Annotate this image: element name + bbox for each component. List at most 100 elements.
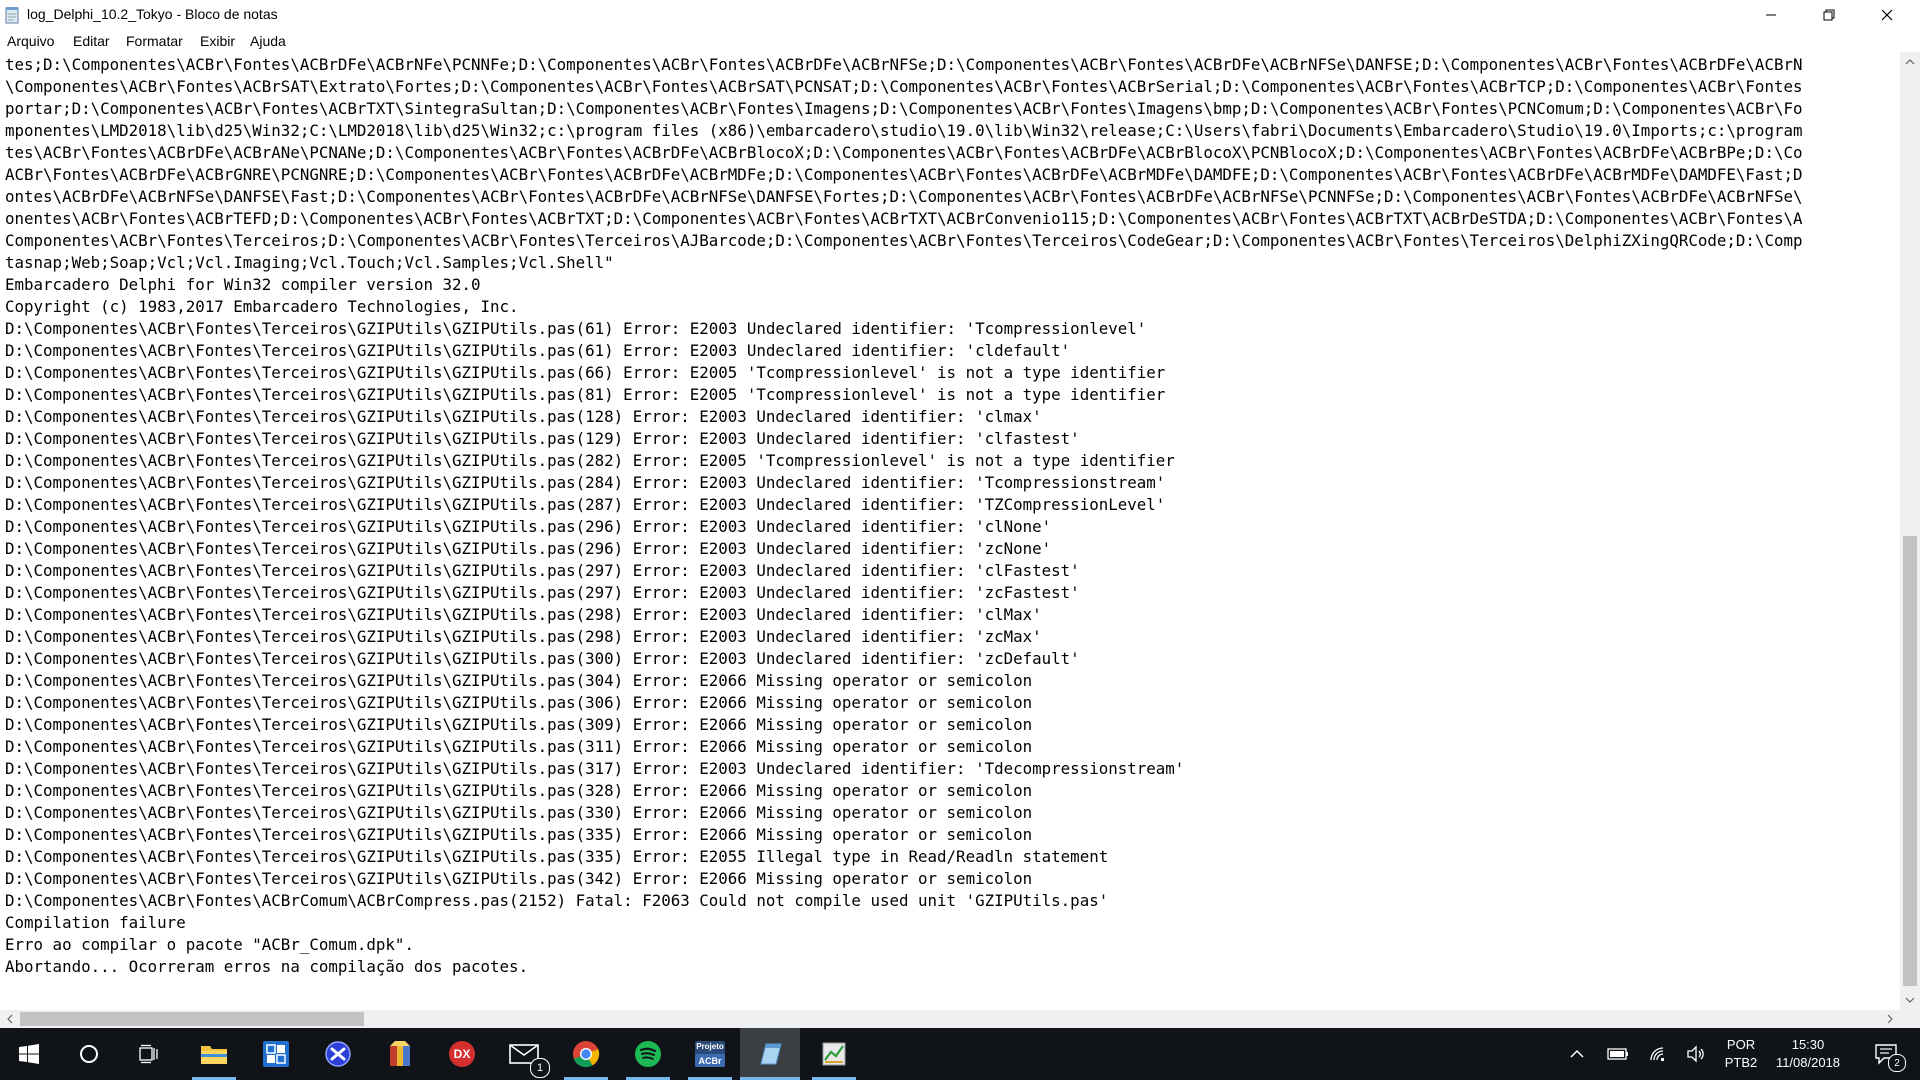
text-line: D:\Componentes\ACBr\Fontes\Terceiros\GZI…: [5, 495, 1166, 514]
acbr-label: ACBr: [698, 1056, 722, 1066]
arrow-left-icon: [7, 1014, 13, 1024]
taskbar-app-package[interactable]: [372, 1028, 428, 1080]
menu-formatar[interactable]: Formatar: [126, 33, 183, 49]
text-line: tes;D:\Componentes\ACBr\Fontes\ACBrDFe\A…: [5, 55, 1803, 74]
text-line: Componentes\ACBr\Fontes\Terceiros;D:\Com…: [5, 231, 1803, 250]
menu-bar: Arquivo Editar Formatar Exibir Ajuda: [0, 30, 1920, 52]
app-blue-circle-icon: [325, 1041, 351, 1067]
taskbar-mail[interactable]: 1: [496, 1028, 552, 1080]
text-line: D:\Componentes\ACBr\Fontes\Terceiros\GZI…: [5, 583, 1080, 602]
text-line: D:\Componentes\ACBr\Fontes\Terceiros\GZI…: [5, 561, 1080, 580]
menu-ajuda[interactable]: Ajuda: [250, 33, 286, 49]
text-line: Embarcadero Delphi for Win32 compiler ve…: [5, 275, 481, 294]
scroll-left-button[interactable]: [0, 1010, 20, 1028]
taskbar-notepad[interactable]: [740, 1028, 800, 1080]
text-line: D:\Componentes\ACBr\Fontes\Terceiros\GZI…: [5, 605, 1042, 624]
text-line: D:\Componentes\ACBr\Fontes\Terceiros\GZI…: [5, 693, 1033, 712]
wifi-icon: [1650, 1047, 1664, 1061]
notepad-icon: [5, 7, 19, 24]
taskbar-app-blue-circle[interactable]: [310, 1028, 366, 1080]
scrollbar-corner: [1900, 1010, 1920, 1028]
text-line: D:\Componentes\ACBr\Fontes\Terceiros\GZI…: [5, 429, 1080, 448]
maximize-button[interactable]: [1800, 0, 1858, 30]
vertical-scroll-thumb[interactable]: [1903, 536, 1917, 986]
text-editor[interactable]: tes;D:\Componentes\ACBr\Fontes\ACBrDFe\A…: [0, 52, 1900, 1010]
taskbar-app-chart[interactable]: [806, 1028, 862, 1080]
taskbar-app-blue-tiles[interactable]: [248, 1028, 304, 1080]
text-line: D:\Componentes\ACBr\Fontes\Terceiros\GZI…: [5, 803, 1033, 822]
text-line: D:\Componentes\ACBr\Fontes\Terceiros\GZI…: [5, 847, 1109, 866]
window-title: log_Delphi_10.2_Tokyo - Bloco de notas: [27, 6, 278, 22]
taskbar-chrome[interactable]: [558, 1028, 614, 1080]
text-line: D:\Componentes\ACBr\Fontes\Terceiros\GZI…: [5, 319, 1147, 338]
text-line: mponentes\LMD2018\lib\d25\Win32;C:\LMD20…: [5, 121, 1803, 140]
arrow-up-icon: [1905, 59, 1915, 65]
app-chart-icon: [822, 1042, 846, 1066]
text-line: D:\Componentes\ACBr\Fontes\Terceiros\GZI…: [5, 737, 1033, 756]
text-line: D:\Componentes\ACBr\Fontes\Terceiros\GZI…: [5, 649, 1080, 668]
close-icon: [1881, 9, 1893, 21]
taskbar-app-dx[interactable]: DX: [434, 1028, 490, 1080]
volume-button[interactable]: [1680, 1028, 1712, 1080]
text-line: onentes\ACBr\Fontes\ACBrTEFD;D:\Componen…: [5, 209, 1803, 228]
text-line: D:\Componentes\ACBr\Fontes\Terceiros\GZI…: [5, 407, 1042, 426]
show-hidden-icons-button[interactable]: [1562, 1028, 1592, 1080]
text-line: D:\Componentes\ACBr\Fontes\ACBrComum\ACB…: [5, 891, 1109, 910]
scroll-down-button[interactable]: [1900, 990, 1920, 1010]
editor-content: tes;D:\Componentes\ACBr\Fontes\ACBrDFe\A…: [0, 52, 1900, 978]
minimize-button[interactable]: [1742, 0, 1800, 30]
text-line: portar;D:\Componentes\ACBr\Fontes\ACBrTX…: [5, 99, 1803, 118]
horizontal-scrollbar[interactable]: [0, 1010, 1900, 1028]
title-bar[interactable]: log_Delphi_10.2_Tokyo - Bloco de notas: [0, 0, 1920, 30]
text-line: ontes\ACBrDFe\ACBrNFSe\DANFSE\Fast;D:\Co…: [5, 187, 1803, 206]
text-line: Erro ao compilar o pacote "ACBr_Comum.dp…: [5, 935, 414, 954]
task-view-icon: [139, 1044, 158, 1064]
app-blue-tiles-icon: [263, 1041, 289, 1067]
app-package-icon: [390, 1041, 410, 1066]
volume-icon: [1687, 1045, 1704, 1063]
action-center-button[interactable]: 2: [1864, 1028, 1908, 1080]
text-line: D:\Componentes\ACBr\Fontes\Terceiros\GZI…: [5, 715, 1033, 734]
battery-button[interactable]: [1602, 1028, 1634, 1080]
scroll-right-button[interactable]: [1880, 1010, 1900, 1028]
menu-arquivo[interactable]: Arquivo: [7, 33, 54, 49]
taskbar-spotify[interactable]: [620, 1028, 676, 1080]
text-line: ACBr\Fontes\ACBrDFe\ACBrGNRE\PCNGNRE;D:\…: [5, 165, 1803, 184]
text-line: D:\Componentes\ACBr\Fontes\Terceiros\GZI…: [5, 385, 1166, 404]
cortana-button[interactable]: [62, 1028, 116, 1080]
notepad-taskbar-icon: [760, 1043, 782, 1065]
start-button[interactable]: [0, 1028, 58, 1080]
notification-count: 2: [1888, 1054, 1906, 1072]
taskbar-projeto-acbr[interactable]: Projeto ACBr: [682, 1028, 738, 1080]
start-windows-icon: [19, 1044, 39, 1064]
chrome-icon: [573, 1041, 600, 1068]
text-line: D:\Componentes\ACBr\Fontes\Terceiros\GZI…: [5, 341, 1071, 360]
text-line: tasnap;Web;Soap;Vcl;Vcl.Imaging;Vcl.Touc…: [5, 253, 614, 272]
menu-exibir[interactable]: Exibir: [200, 33, 235, 49]
network-button[interactable]: [1642, 1028, 1674, 1080]
text-line: tes\ACBr\Fontes\ACBrDFe\ACBrANe\PCNANe;D…: [5, 143, 1803, 162]
menu-editar[interactable]: Editar: [73, 33, 110, 49]
input-language-button[interactable]: POR PTB2: [1718, 1028, 1764, 1080]
clock-date: 11/08/2018: [1775, 1055, 1841, 1070]
horizontal-scroll-thumb[interactable]: [20, 1012, 364, 1026]
task-view-button[interactable]: [124, 1028, 176, 1080]
arrow-down-icon: [1905, 997, 1915, 1003]
text-line: D:\Componentes\ACBr\Fontes\Terceiros\GZI…: [5, 539, 1052, 558]
text-line: D:\Componentes\ACBr\Fontes\Terceiros\GZI…: [5, 759, 1185, 778]
maximize-icon: [1823, 9, 1835, 21]
taskbar-file-explorer[interactable]: [186, 1028, 242, 1080]
vertical-scrollbar[interactable]: [1900, 52, 1920, 1010]
text-line: Copyright (c) 1983,2017 Embarcadero Tech…: [5, 297, 519, 316]
projeto-label: Projeto: [696, 1042, 724, 1051]
scroll-up-button[interactable]: [1900, 52, 1920, 72]
close-button[interactable]: [1858, 0, 1916, 30]
language-top: POR: [1726, 1037, 1756, 1052]
dx-label: DX: [453, 1047, 471, 1061]
text-line: D:\Componentes\ACBr\Fontes\Terceiros\GZI…: [5, 781, 1033, 800]
clock-button[interactable]: 15:30 11/08/2018: [1770, 1028, 1846, 1080]
text-line: Compilation failure: [5, 913, 186, 932]
text-line: D:\Componentes\ACBr\Fontes\Terceiros\GZI…: [5, 517, 1052, 536]
mail-badge: 1: [530, 1058, 550, 1078]
battery-icon: [1607, 1048, 1628, 1060]
